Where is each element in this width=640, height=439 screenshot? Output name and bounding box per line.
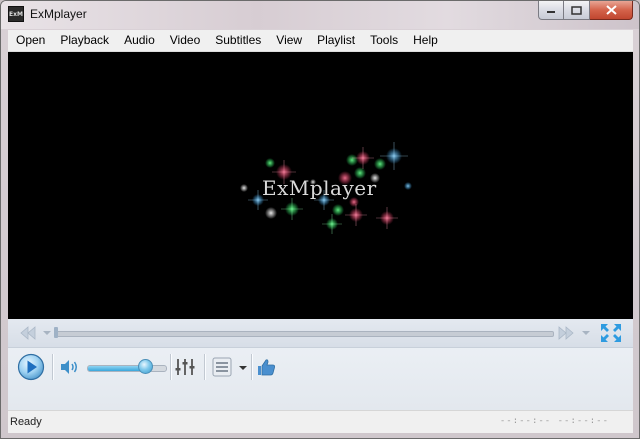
control-panel xyxy=(8,319,633,410)
menu-subtitles[interactable]: Subtitles xyxy=(207,30,268,51)
separator xyxy=(170,354,172,380)
menu-view[interactable]: View xyxy=(268,30,309,51)
playlist-dropdown-icon[interactable] xyxy=(239,365,247,371)
seek-slider[interactable] xyxy=(55,331,554,337)
menu-video[interactable]: Video xyxy=(162,30,207,51)
app-window: ExM ExMplayer Open Playback Audio Video … xyxy=(0,0,640,439)
next-icon[interactable] xyxy=(556,325,576,341)
previous-dropdown-icon[interactable] xyxy=(43,330,51,336)
window-title: ExMplayer xyxy=(30,7,87,21)
close-button[interactable] xyxy=(590,1,633,20)
separator xyxy=(204,354,206,380)
close-icon xyxy=(605,5,617,15)
minimize-button[interactable] xyxy=(538,1,564,20)
equalizer-icon[interactable] xyxy=(174,356,196,378)
volume-slider[interactable] xyxy=(87,365,167,372)
separator xyxy=(52,354,54,380)
title-bar[interactable]: ExM ExMplayer xyxy=(1,1,639,29)
previous-icon[interactable] xyxy=(18,325,38,341)
play-icon[interactable] xyxy=(17,353,45,381)
volume-icon[interactable] xyxy=(59,358,81,376)
playback-row xyxy=(8,348,633,388)
next-dropdown-icon[interactable] xyxy=(582,330,590,336)
app-logo-icon: ExM xyxy=(8,6,24,22)
volume-thumb[interactable] xyxy=(137,359,153,374)
like-icon[interactable] xyxy=(256,357,276,377)
maximize-button[interactable] xyxy=(564,1,590,20)
video-display[interactable]: ExMplayer xyxy=(8,52,633,319)
status-bar: Ready --:--:-- --:--:-- xyxy=(8,410,633,433)
separator xyxy=(251,354,253,380)
maximize-icon xyxy=(571,5,582,15)
menu-help[interactable]: Help xyxy=(405,30,445,51)
fullscreen-icon[interactable] xyxy=(599,322,623,344)
seek-bar-row xyxy=(8,319,633,348)
menu-playback[interactable]: Playback xyxy=(52,30,116,51)
status-text: Ready xyxy=(10,416,42,428)
playlist-icon[interactable] xyxy=(211,356,233,378)
window-controls xyxy=(538,1,633,20)
menu-audio[interactable]: Audio xyxy=(116,30,162,51)
seek-thumb[interactable] xyxy=(54,327,58,338)
splash-logo-text: ExMplayer xyxy=(262,176,377,200)
menu-open[interactable]: Open xyxy=(8,30,52,51)
minimize-icon xyxy=(547,11,555,13)
menu-bar: Open Playback Audio Video Subtitles View… xyxy=(8,30,633,52)
time-display: --:--:-- --:--:-- xyxy=(499,416,609,426)
menu-tools[interactable]: Tools xyxy=(362,30,405,51)
menu-playlist[interactable]: Playlist xyxy=(309,30,362,51)
